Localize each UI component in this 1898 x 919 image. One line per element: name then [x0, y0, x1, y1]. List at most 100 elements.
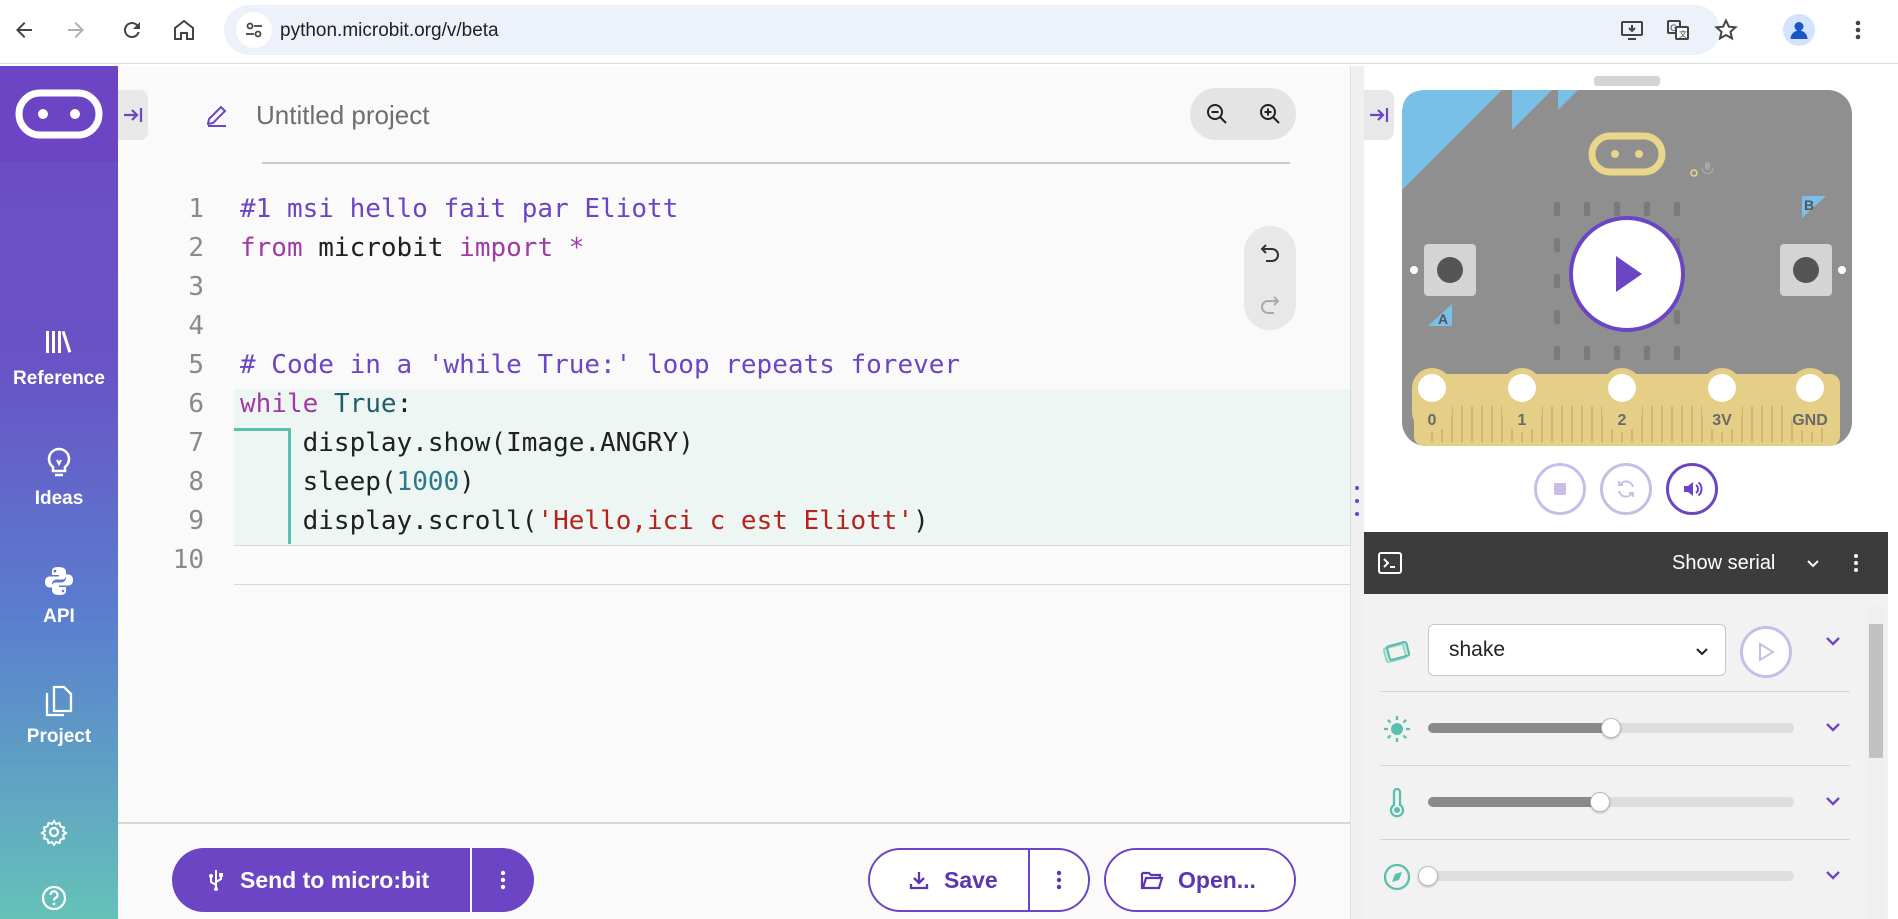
- pin-3v[interactable]: 3V: [1702, 368, 1742, 432]
- code-line[interactable]: 5 # Code in a 'while True:' loop repeats …: [118, 346, 1350, 385]
- chevron-down-icon[interactable]: [1818, 626, 1848, 656]
- back-icon[interactable]: [4, 10, 44, 50]
- stop-simulator-button[interactable]: [1534, 463, 1586, 515]
- code-token: ): [913, 506, 929, 536]
- sensor-row-compass: [1380, 840, 1850, 919]
- line-number: 9: [188, 506, 204, 536]
- undo-button[interactable]: [1244, 226, 1296, 278]
- translate-icon[interactable]: G文: [1662, 14, 1694, 46]
- sidebar-item-api[interactable]: API: [0, 564, 118, 654]
- compass-slider[interactable]: [1428, 871, 1794, 881]
- temperature-thumb[interactable]: [1590, 792, 1611, 812]
- more-vertical-icon: [500, 870, 506, 890]
- button-a-label: A: [1438, 311, 1448, 327]
- bookmark-star-icon[interactable]: [1710, 14, 1742, 46]
- sidebar-item-ideas[interactable]: Ideas: [0, 446, 118, 536]
- home-icon[interactable]: [164, 10, 204, 50]
- profile-avatar-icon[interactable]: [1783, 14, 1815, 46]
- zoom-in-icon: [1259, 104, 1280, 124]
- sensor-scrollbar[interactable]: [1866, 604, 1886, 919]
- code-text[interactable]: # Code in a 'while True:' loop repeats f…: [240, 346, 960, 385]
- site-settings-icon[interactable]: [236, 12, 272, 48]
- code-token: while: [240, 389, 319, 419]
- microbit-board-simulator[interactable]: A B 0 1 2 3V GND: [1402, 76, 1852, 446]
- code-line[interactable]: 10: [118, 541, 1350, 580]
- collapse-arrow-icon: [124, 108, 143, 122]
- code-line[interactable]: 2 from microbit import *: [118, 229, 1350, 268]
- code-text[interactable]: display.scroll('Hello,ici c est Eliott'): [240, 502, 929, 541]
- zoom-in-button[interactable]: [1243, 88, 1296, 140]
- serial-menu-icon[interactable]: [1852, 552, 1862, 574]
- code-token: 'Hello,ici c est Eliott': [537, 506, 914, 536]
- save-button[interactable]: Save: [868, 848, 1028, 912]
- serial-bar[interactable]: Show serial: [1364, 532, 1888, 594]
- collapse-simulator-button[interactable]: [1364, 90, 1394, 140]
- code-line[interactable]: 1 #1 msi hello fait par Eliott: [118, 190, 1350, 229]
- svg-text:文: 文: [1679, 29, 1687, 39]
- line-number: 1: [188, 194, 204, 224]
- pin-label: 1: [1518, 412, 1527, 429]
- save-more-options-button[interactable]: [1028, 848, 1090, 912]
- usb-icon: [209, 870, 223, 891]
- code-text[interactable]: display.show(Image.ANGRY): [240, 424, 694, 463]
- save-label: Save: [944, 866, 998, 893]
- chevron-down-icon[interactable]: [1804, 554, 1822, 572]
- light-level-thumb[interactable]: [1601, 718, 1621, 738]
- redo-button[interactable]: [1244, 278, 1296, 330]
- scrollbar-thumb[interactable]: [1869, 624, 1883, 758]
- code-line[interactable]: 7 display.show(Image.ANGRY): [118, 424, 1350, 463]
- send-more-options-button[interactable]: [472, 848, 534, 912]
- drag-handle-icon[interactable]: [1351, 486, 1363, 516]
- compass-thumb[interactable]: [1418, 866, 1438, 886]
- microbit-logo[interactable]: [0, 66, 118, 162]
- chevron-down-icon[interactable]: [1818, 860, 1848, 890]
- sidebar-item-label: API: [43, 606, 75, 627]
- code-text[interactable]: from microbit import *: [240, 229, 584, 268]
- send-to-microbit-button[interactable]: Send to micro:bit: [172, 848, 470, 912]
- sidebar-item-reference[interactable]: Reference: [0, 326, 118, 416]
- code-line[interactable]: 6 while True:: [118, 385, 1350, 424]
- code-line[interactable]: 9 display.scroll('Hello,ici c est Eliott…: [118, 502, 1350, 541]
- zoom-controls: [1190, 88, 1296, 140]
- zoom-out-button[interactable]: [1190, 88, 1243, 140]
- collapse-sidebar-button[interactable]: [118, 90, 148, 140]
- code-line[interactable]: 8 sleep(1000): [118, 463, 1350, 502]
- address-bar[interactable]: python.microbit.org/v/beta G文: [224, 5, 1738, 55]
- logo-eye: [1611, 150, 1619, 158]
- code-editor[interactable]: 1 #1 msi hello fait par Eliott 2 from micro…: [118, 190, 1350, 590]
- install-app-icon[interactable]: [1616, 14, 1648, 46]
- pin-0[interactable]: 0: [1412, 368, 1452, 432]
- mute-simulator-button[interactable]: [1666, 463, 1718, 515]
- code-line[interactable]: 4: [118, 307, 1350, 346]
- url-text[interactable]: python.microbit.org/v/beta: [280, 20, 499, 42]
- settings-gear-icon[interactable]: [40, 818, 68, 847]
- chevron-down-icon[interactable]: [1818, 786, 1848, 816]
- sidebar-item-project[interactable]: Project: [0, 684, 118, 774]
- help-icon[interactable]: [40, 884, 68, 912]
- code-token: display.show(Image.ANGRY): [240, 428, 694, 458]
- code-text[interactable]: sleep(1000): [240, 463, 475, 502]
- simulator-play-button[interactable]: [1569, 216, 1685, 332]
- pin-gnd[interactable]: GND: [1790, 368, 1830, 432]
- code-text[interactable]: while True:: [240, 385, 412, 424]
- line-number: 5: [188, 350, 204, 380]
- open-label: Open...: [1178, 866, 1256, 893]
- forward-icon[interactable]: [56, 10, 96, 50]
- reset-simulator-button[interactable]: [1600, 463, 1652, 515]
- send-gesture-button[interactable]: [1740, 626, 1792, 678]
- gesture-select[interactable]: shake: [1428, 624, 1726, 676]
- pin-1[interactable]: 1: [1502, 368, 1542, 432]
- temperature-slider[interactable]: [1428, 797, 1794, 807]
- project-name[interactable]: Untitled project: [256, 100, 429, 131]
- code-text[interactable]: #1 msi hello fait par Eliott: [240, 190, 678, 229]
- code-token: import: [459, 233, 554, 263]
- pin-2[interactable]: 2: [1602, 368, 1642, 432]
- reload-icon[interactable]: [112, 10, 152, 50]
- show-serial-toggle[interactable]: Show serial: [1672, 552, 1775, 575]
- open-button[interactable]: Open...: [1104, 848, 1296, 912]
- code-line[interactable]: 3: [118, 268, 1350, 307]
- browser-menu-icon[interactable]: [1838, 10, 1878, 50]
- chevron-down-icon[interactable]: [1818, 712, 1848, 742]
- edit-project-name-pencil-icon[interactable]: [204, 102, 230, 128]
